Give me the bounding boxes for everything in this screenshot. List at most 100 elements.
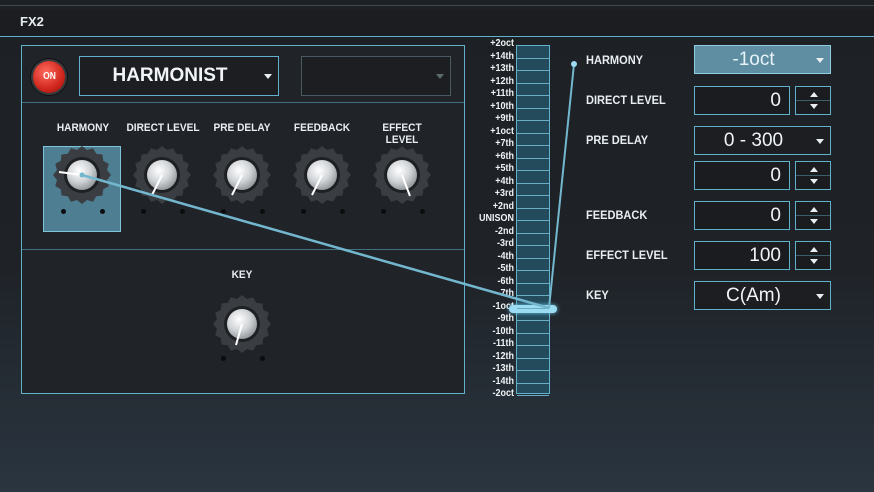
scale-tick-label: -13th [492, 363, 514, 374]
arrow-up-icon[interactable] [810, 247, 818, 252]
scale-tick-label: +12th [490, 75, 514, 87]
knob-max-dot [100, 209, 105, 214]
knob-label-pre-delay: PRE DELAY [213, 122, 271, 134]
key-select[interactable]: C(Am) [694, 281, 831, 310]
slider-segment-line [517, 170, 549, 171]
chevron-down-icon [816, 58, 824, 63]
slider-thumb[interactable] [509, 304, 557, 313]
harmony-scale-slider[interactable] [509, 45, 557, 396]
stepper-divider [796, 175, 830, 176]
knob-min-dot [61, 209, 66, 214]
scale-tick-label: +2nd [492, 200, 514, 212]
scale-tick-label: -4th [497, 250, 514, 262]
effect-level-knob[interactable] [372, 145, 432, 205]
chevron-down-icon [436, 74, 444, 79]
knob-label-harmony: HARMONY [56, 122, 110, 134]
on-label: ON [42, 71, 56, 82]
slider-segment-line [517, 282, 549, 284]
knob-max-dot [420, 209, 425, 214]
scale-tick-label: +11th [490, 88, 514, 99]
slider-segment-line [517, 132, 549, 134]
harmony-knob[interactable] [52, 145, 112, 205]
harmony-select[interactable]: -1oct [694, 45, 831, 74]
effect-level-field[interactable]: 100 [694, 241, 790, 270]
scale-tick-label: -11th [492, 338, 514, 349]
scale-tick-label: -2oct [492, 388, 514, 399]
arrow-down-icon[interactable] [810, 104, 818, 109]
secondary-select-value [302, 57, 432, 95]
scale-tick-label: -10th [492, 325, 514, 337]
arrow-down-icon[interactable] [810, 219, 818, 224]
stepper-divider [796, 100, 830, 101]
slider-segment-line [517, 395, 549, 396]
arrow-down-icon[interactable] [810, 179, 818, 184]
knob-min-dot [301, 209, 306, 214]
slider-segment-line [517, 70, 549, 71]
feedback-field[interactable]: 0 [694, 201, 790, 230]
pre-delay-field[interactable]: 0 [694, 161, 790, 190]
panel-divider [22, 249, 464, 250]
arrow-up-icon[interactable] [810, 167, 818, 172]
scale-tick-label: +4th [495, 175, 514, 187]
scale-tick-label: -14th [492, 375, 514, 387]
slider-segment-line [517, 107, 549, 109]
knob-max-dot [260, 356, 265, 361]
chevron-down-icon [264, 74, 272, 79]
slider-segment-line [517, 232, 549, 234]
arrow-down-icon[interactable] [810, 259, 818, 264]
key-knob[interactable] [212, 294, 272, 354]
scale-tick-label: -1oct [492, 300, 514, 312]
scale-tick-label: +13th [490, 63, 514, 74]
scale-tick-label: -7th [497, 288, 514, 299]
feedback-stepper[interactable] [795, 201, 831, 230]
slider-segment-line [517, 295, 549, 296]
feedback-knob[interactable] [292, 145, 352, 205]
slider-segment-line [517, 220, 549, 221]
secondary-select[interactable] [301, 56, 451, 96]
direct-level-stepper[interactable] [795, 86, 831, 115]
knob-max-dot [180, 209, 185, 214]
scale-tick-label: +3rd [494, 188, 514, 199]
knob-max-dot [260, 209, 265, 214]
effect-level-stepper[interactable] [795, 241, 831, 270]
effect-type-select[interactable]: HARMONIST [79, 56, 279, 96]
slider-segment-line [517, 382, 549, 384]
knob-label-direct-level: DIRECT LEVEL [126, 122, 200, 134]
panel-divider [22, 102, 464, 103]
param-label-direct-level: DIRECT LEVEL [586, 93, 666, 107]
direct-level-field[interactable]: 0 [694, 86, 790, 115]
scale-tick-label: -5th [497, 263, 514, 274]
knob-min-dot [221, 356, 226, 361]
on-off-button[interactable]: ON [33, 61, 65, 93]
pre-delay-stepper[interactable] [795, 161, 831, 190]
stepper-divider [796, 215, 830, 216]
slider-segment-line [517, 182, 549, 184]
scale-tick-label: +2oct [490, 38, 514, 49]
knob-label-feedback: FEEDBACK [293, 122, 351, 134]
title-bar: FX2 [0, 10, 874, 37]
pre-delay-range-select[interactable]: 0 - 300 [694, 126, 831, 155]
scale-tick-label: +5th [495, 163, 514, 174]
stepper-divider [796, 255, 830, 256]
knob-min-dot [381, 209, 386, 214]
scale-tick-label: -2nd [495, 225, 514, 237]
arrow-up-icon[interactable] [810, 92, 818, 97]
knob-max-dot [340, 209, 345, 214]
slider-segment-line [517, 332, 549, 334]
arrow-up-icon[interactable] [810, 207, 818, 212]
harmony-value: -1oct [732, 49, 775, 70]
pre-delay-knob[interactable] [212, 145, 272, 205]
scale-tick-label: UNISON [478, 213, 514, 224]
slider-segment-line [517, 320, 549, 321]
knob-min-dot [141, 209, 146, 214]
direct-level-knob[interactable] [132, 145, 192, 205]
scale-tick-label: +1oct [490, 125, 514, 137]
window-title: FX2 [20, 14, 44, 29]
scale-tick-label: +14th [490, 50, 514, 62]
slider-segment-line [517, 345, 549, 346]
scale-tick-label: -6th [497, 275, 514, 287]
slider-segment-line [517, 57, 549, 59]
slider-segment-line [517, 307, 549, 309]
knob-min-dot [221, 209, 226, 214]
slider-segment-line [517, 207, 549, 209]
